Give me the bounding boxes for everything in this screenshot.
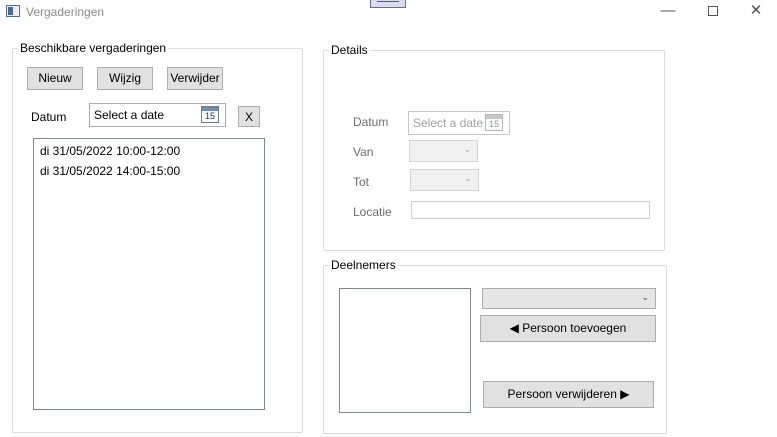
window-title: Vergaderingen xyxy=(26,5,105,19)
details-date-label: Datum xyxy=(353,115,389,129)
location-label: Locatie xyxy=(353,205,392,219)
new-button[interactable]: Nieuw xyxy=(27,67,83,90)
chevron-down-icon: ⌄ xyxy=(641,292,649,302)
details-date-picker: Select a date 15 xyxy=(408,111,510,135)
to-time-combo: ⌄ xyxy=(410,169,479,191)
details-title: Details xyxy=(329,43,370,57)
close-button[interactable]: ✕ xyxy=(733,0,777,24)
filter-date-label: Datum xyxy=(31,110,67,124)
app-window-icon xyxy=(6,5,20,17)
chevron-down-icon: ⌄ xyxy=(463,144,471,154)
location-input xyxy=(411,201,650,219)
filter-date-placeholder: Select a date xyxy=(94,108,165,122)
from-time-combo: ⌄ xyxy=(409,140,478,162)
from-label: Van xyxy=(353,145,374,159)
maximize-button[interactable] xyxy=(690,0,736,24)
maximize-icon xyxy=(708,6,718,16)
filter-date-picker[interactable]: Select a date 15 xyxy=(89,103,226,127)
clear-date-button[interactable]: X xyxy=(238,106,260,127)
participants-list[interactable] xyxy=(339,288,471,413)
minimize-button[interactable]: — xyxy=(645,0,691,24)
edit-button[interactable]: Wijzig xyxy=(97,67,153,90)
details-date-placeholder: Select a date xyxy=(413,116,484,130)
participants-title: Deelnemers xyxy=(329,258,398,272)
list-item[interactable]: di 31/05/2022 10:00-12:00 xyxy=(40,144,180,158)
remove-person-button[interactable]: Persoon verwijderen ▶ xyxy=(483,381,654,408)
to-label: Tot xyxy=(353,175,370,189)
delete-button[interactable]: Verwijder xyxy=(167,67,223,90)
calendar-icon: 15 xyxy=(485,114,503,131)
person-select-combo[interactable]: ⌄ xyxy=(482,288,656,309)
snap-handle-icon xyxy=(370,0,406,8)
add-person-button[interactable]: ◀ Persoon toevoegen xyxy=(480,315,656,342)
available-meetings-title: Beschikbare vergaderingen xyxy=(18,41,169,55)
calendar-icon[interactable]: 15 xyxy=(201,106,219,123)
list-item[interactable]: di 31/05/2022 14:00-15:00 xyxy=(40,164,180,178)
chevron-down-icon: ⌄ xyxy=(464,173,472,183)
details-group xyxy=(323,50,665,251)
title-bar: Vergaderingen — ✕ xyxy=(0,0,777,24)
meetings-list[interactable]: di 31/05/2022 10:00-12:00 di 31/05/2022 … xyxy=(33,138,265,410)
